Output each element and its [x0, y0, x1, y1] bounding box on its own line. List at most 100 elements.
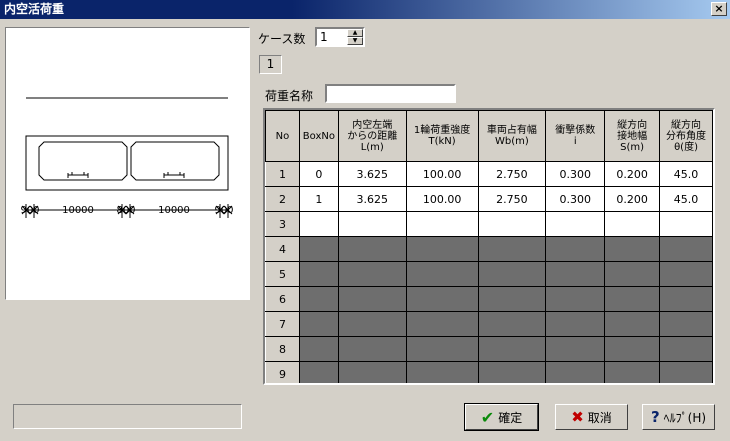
help-label: ﾍﾙﾌﾟ(H): [663, 410, 707, 425]
table-cell[interactable]: [477, 361, 547, 383]
table-cell[interactable]: [477, 236, 547, 262]
cancel-button[interactable]: ✖ 取消: [555, 404, 628, 430]
table-cell[interactable]: 45.0: [659, 186, 713, 212]
table-cell[interactable]: 3.625: [337, 161, 407, 187]
table-cell[interactable]: [545, 211, 606, 237]
table-cell[interactable]: [604, 261, 661, 287]
table-cell[interactable]: [298, 211, 339, 237]
table-cell[interactable]: [604, 361, 661, 383]
table-cell[interactable]: [659, 361, 713, 383]
table-cell[interactable]: 0.300: [545, 161, 606, 187]
table-cell[interactable]: [337, 261, 407, 287]
row-header: 9: [265, 361, 300, 383]
case-count-value[interactable]: 1: [320, 30, 328, 44]
row-header: 8: [265, 336, 300, 362]
table-cell[interactable]: [659, 311, 713, 337]
table-cell[interactable]: 2.750: [477, 161, 547, 187]
table-cell[interactable]: [604, 236, 661, 262]
table-cell[interactable]: [545, 236, 606, 262]
table-cell[interactable]: [604, 211, 661, 237]
table-cell[interactable]: 0.300: [545, 186, 606, 212]
header-line: 1輪荷重強度: [413, 125, 471, 136]
close-button[interactable]: ×: [711, 2, 727, 16]
case-count-spinner[interactable]: 1 ▲ ▼: [315, 27, 365, 47]
table-cell[interactable]: 0.200: [604, 186, 661, 212]
table-cell[interactable]: [477, 311, 547, 337]
table-cell[interactable]: [545, 286, 606, 312]
table-cell[interactable]: [659, 336, 713, 362]
table-cell[interactable]: [477, 261, 547, 287]
table-cell[interactable]: [604, 286, 661, 312]
table-cell[interactable]: [545, 311, 606, 337]
table-cell[interactable]: [298, 261, 339, 287]
table-cell[interactable]: [298, 336, 339, 362]
table-cell[interactable]: 0.200: [604, 161, 661, 187]
row-header: 6: [265, 286, 300, 312]
column-header: 衝撃係数 i: [545, 110, 606, 162]
dim-label-3: 800: [116, 205, 135, 216]
table-cell[interactable]: [477, 336, 547, 362]
table-cell[interactable]: 100.00: [405, 161, 479, 187]
header-line: No: [275, 130, 290, 142]
load-name-input[interactable]: [325, 84, 456, 103]
table-cell[interactable]: [298, 236, 339, 262]
table-row: 2 1 3.625 100.00 2.750 0.300 0.200 45.0: [265, 186, 713, 212]
column-header: 内空左端 からの距離 L(m): [337, 110, 407, 162]
table-cell[interactable]: [337, 286, 407, 312]
case-count-label: ケース数: [258, 32, 306, 46]
dim-label-2: 10000: [62, 205, 94, 216]
table-cell[interactable]: [405, 361, 479, 383]
table-cell[interactable]: [405, 236, 479, 262]
table-cell[interactable]: [659, 286, 713, 312]
header-line: θ(度): [674, 141, 698, 153]
window-title: 内空活荷重: [4, 2, 65, 16]
load-mark-right: [163, 172, 185, 178]
table-cell[interactable]: [337, 211, 407, 237]
table-cell[interactable]: [545, 336, 606, 362]
table-cell[interactable]: [337, 336, 407, 362]
ok-button[interactable]: ✔ 確定: [464, 403, 539, 431]
table-cell[interactable]: [337, 236, 407, 262]
table-cell[interactable]: 2.750: [477, 186, 547, 212]
table-cell[interactable]: [337, 361, 407, 383]
table-cell[interactable]: [405, 211, 479, 237]
table-cell[interactable]: [405, 336, 479, 362]
dim-label-1: 900: [20, 205, 39, 216]
table-cell[interactable]: [659, 236, 713, 262]
table-cell[interactable]: 100.00: [405, 186, 479, 212]
table-cell[interactable]: [604, 311, 661, 337]
table-cell[interactable]: [405, 261, 479, 287]
cancel-label: 取消: [587, 410, 612, 425]
table-cell[interactable]: [298, 286, 339, 312]
table-cell[interactable]: [298, 361, 339, 383]
row-header: 3: [265, 211, 300, 237]
table-cell[interactable]: [545, 361, 606, 383]
table-cell[interactable]: [477, 211, 547, 237]
table-cell[interactable]: [405, 286, 479, 312]
table-cell[interactable]: 0: [298, 161, 339, 187]
row-header: 1: [265, 161, 300, 187]
table-cell[interactable]: [659, 261, 713, 287]
spin-up-icon[interactable]: ▲: [347, 29, 363, 37]
table-cell[interactable]: [405, 311, 479, 337]
table-cell[interactable]: 1: [298, 186, 339, 212]
table-cell[interactable]: 45.0: [659, 161, 713, 187]
table-cell[interactable]: [298, 311, 339, 337]
table-cell[interactable]: [604, 336, 661, 362]
current-case-tab[interactable]: 1: [259, 55, 282, 74]
preview-canvas: 900 10000 800 10000 900: [5, 27, 250, 300]
help-button[interactable]: ? ﾍﾙﾌﾟ(H): [642, 404, 715, 430]
header-line: 車両占有幅: [486, 125, 537, 136]
cell-right: [130, 141, 220, 181]
header-line: 分布角度: [666, 130, 707, 142]
header-line: T(kN): [428, 136, 456, 147]
spin-down-icon[interactable]: ▼: [347, 37, 363, 45]
table-cell[interactable]: [477, 286, 547, 312]
table-cell[interactable]: [337, 311, 407, 337]
load-mark-left: [67, 172, 89, 178]
load-name-label: 荷重名称: [265, 89, 314, 103]
row-header: 7: [265, 311, 300, 337]
table-cell[interactable]: 3.625: [337, 186, 407, 212]
table-cell[interactable]: [545, 261, 606, 287]
table-cell[interactable]: [659, 211, 713, 237]
